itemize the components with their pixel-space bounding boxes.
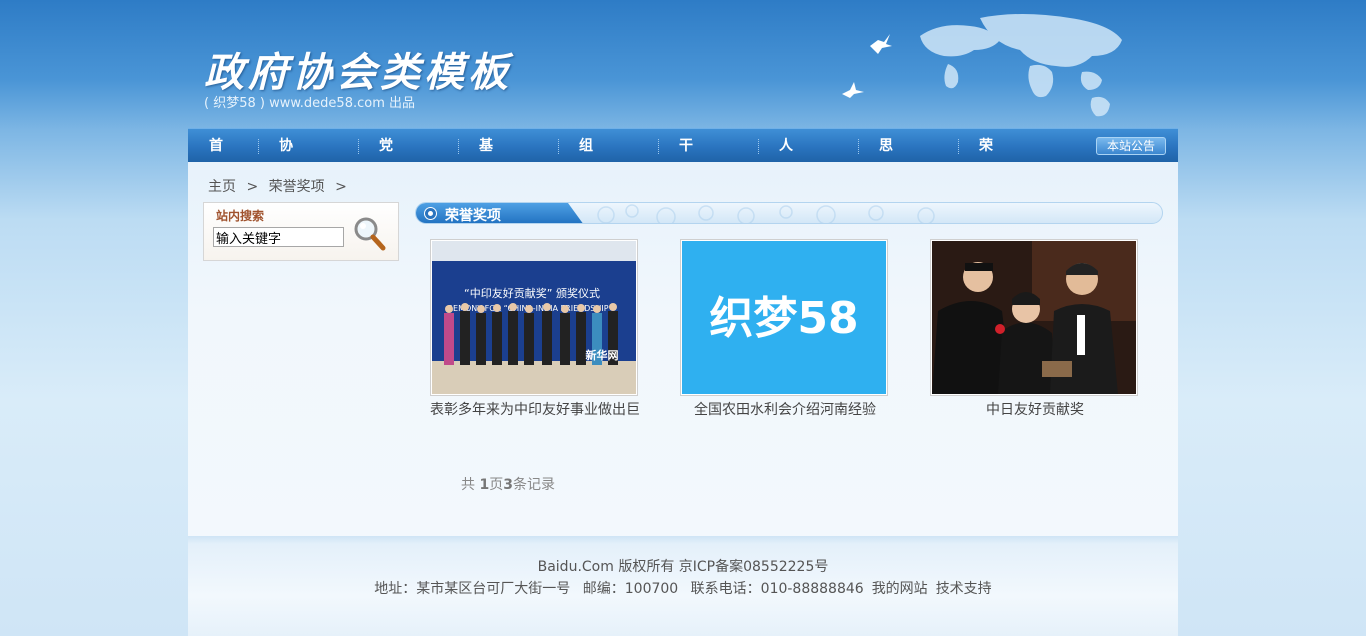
site-header: 政府协会类模板 ( 织梦58 ) www.dede58.com 出品 — [0, 0, 1366, 128]
nav-divider — [258, 139, 259, 154]
breadcrumb-current[interactable]: 荣誉奖项 — [269, 179, 325, 195]
breadcrumb-home[interactable]: 主页 — [208, 179, 236, 195]
bullet-dot-icon — [425, 208, 436, 219]
search-title: 站内搜索 — [216, 209, 265, 223]
bubble-pattern-decoration — [597, 204, 935, 223]
breadcrumb-separator: > — [335, 179, 347, 195]
main-nav: 首页 协会简介 党建动态 基层党建 组工指南 干部工作 人才工作 思想建设 荣誉… — [188, 128, 1178, 256]
site-notice-button[interactable]: 本站公告 — [1096, 137, 1166, 155]
section-header-bar: 荣誉奖项 — [415, 202, 1163, 224]
honor-list-item: 中日友好贡献奖 — [930, 239, 1140, 419]
footer-phone: 联系电话：010-88888846 — [690, 581, 864, 597]
nav-item-party-news[interactable]: 党建动态 — [379, 129, 393, 256]
nav-item-home[interactable]: 首页 — [209, 129, 223, 188]
nav-item-guide[interactable]: 组工指南 — [579, 129, 593, 256]
nav-divider — [758, 139, 759, 154]
banner-text: “中印友好贡献奖” 颁奖仪式 — [464, 286, 600, 300]
nav-item-talent[interactable]: 人才工作 — [779, 129, 793, 256]
breadcrumb-separator: > — [246, 179, 259, 195]
nav-item-honors[interactable]: 荣誉奖项 — [979, 129, 993, 256]
pager-total-pages: 1 — [479, 477, 490, 493]
breadcrumb: 主页 > 荣誉奖项 > — [208, 176, 353, 196]
nav-divider — [658, 139, 659, 154]
pagination-summary: 共 1页3条记录 — [461, 474, 555, 494]
nav-item-ideology[interactable]: 思想建设 — [879, 129, 893, 256]
honor-thumbnail[interactable] — [930, 239, 1138, 396]
honor-caption[interactable]: 中日友好贡献奖 — [930, 399, 1140, 419]
honor-list-item: 织梦58 全国农田水利会介绍河南经验 — [680, 239, 890, 419]
watermark-text: 新华网 — [586, 348, 619, 362]
pager-total-records: 3 — [503, 477, 513, 493]
nav-divider — [958, 139, 959, 154]
honor-caption[interactable]: 表彰多年来为中印友好事业做出巨 — [430, 399, 640, 419]
nav-item-cadre[interactable]: 干部工作 — [679, 129, 693, 256]
section-title: 荣誉奖项 — [445, 208, 501, 224]
nav-divider — [458, 139, 459, 154]
honor-list-item: “中印友好贡献奖” 颁奖仪式 REMONY FOR “CHINA-INDIA F… — [430, 239, 640, 419]
footer-link-my-site[interactable]: 我的网站 — [872, 581, 928, 597]
site-logo-subtitle: ( 织梦58 ) www.dede58.com 出品 — [204, 96, 415, 111]
honor-thumbnail[interactable]: 织梦58 — [680, 239, 888, 396]
main-content: 主页 > 荣誉奖项 > 站内搜索 荣誉奖项 — [188, 162, 1178, 536]
nav-item-about[interactable]: 协会简介 — [279, 129, 293, 256]
footer-copyright: Baidu.Com 版权所有 京ICP备案08552225号 — [537, 559, 829, 575]
nav-divider — [858, 139, 859, 154]
nav-item-grassroots[interactable]: 基层党建 — [479, 129, 493, 256]
honor-caption[interactable]: 全国农田水利会介绍河南经验 — [680, 399, 890, 419]
nav-divider — [558, 139, 559, 154]
footer-postcode: 邮编：100700 — [582, 581, 679, 597]
site-search-box: 站内搜索 — [203, 202, 399, 261]
footer-address: 地址：某市某区台可厂大街一号 — [374, 581, 571, 597]
honor-thumbnail[interactable]: “中印友好贡献奖” 颁奖仪式 REMONY FOR “CHINA-INDIA F… — [430, 239, 638, 396]
site-logo-title[interactable]: 政府协会类模板 — [204, 40, 512, 98]
pager-pages-unit: 页 — [489, 477, 504, 493]
pager-prefix: 共 — [461, 477, 475, 493]
nav-divider — [358, 139, 359, 154]
footer-link-tech-support[interactable]: 技术支持 — [936, 581, 992, 597]
magnifier-search-icon[interactable] — [352, 215, 386, 251]
footer-contact: 地址：某市某区台可厂大街一号 邮编：100700 联系电话：010-888888… — [188, 578, 1178, 598]
world-map-decoration — [842, 14, 1122, 117]
pager-records-unit: 条记录 — [512, 477, 555, 493]
thumbnail-logo-text: 织梦58 — [709, 293, 858, 344]
search-input[interactable] — [213, 227, 344, 247]
site-footer: Baidu.Com 版权所有 京ICP备案08552225号 地址：某市某区台可… — [188, 536, 1178, 636]
